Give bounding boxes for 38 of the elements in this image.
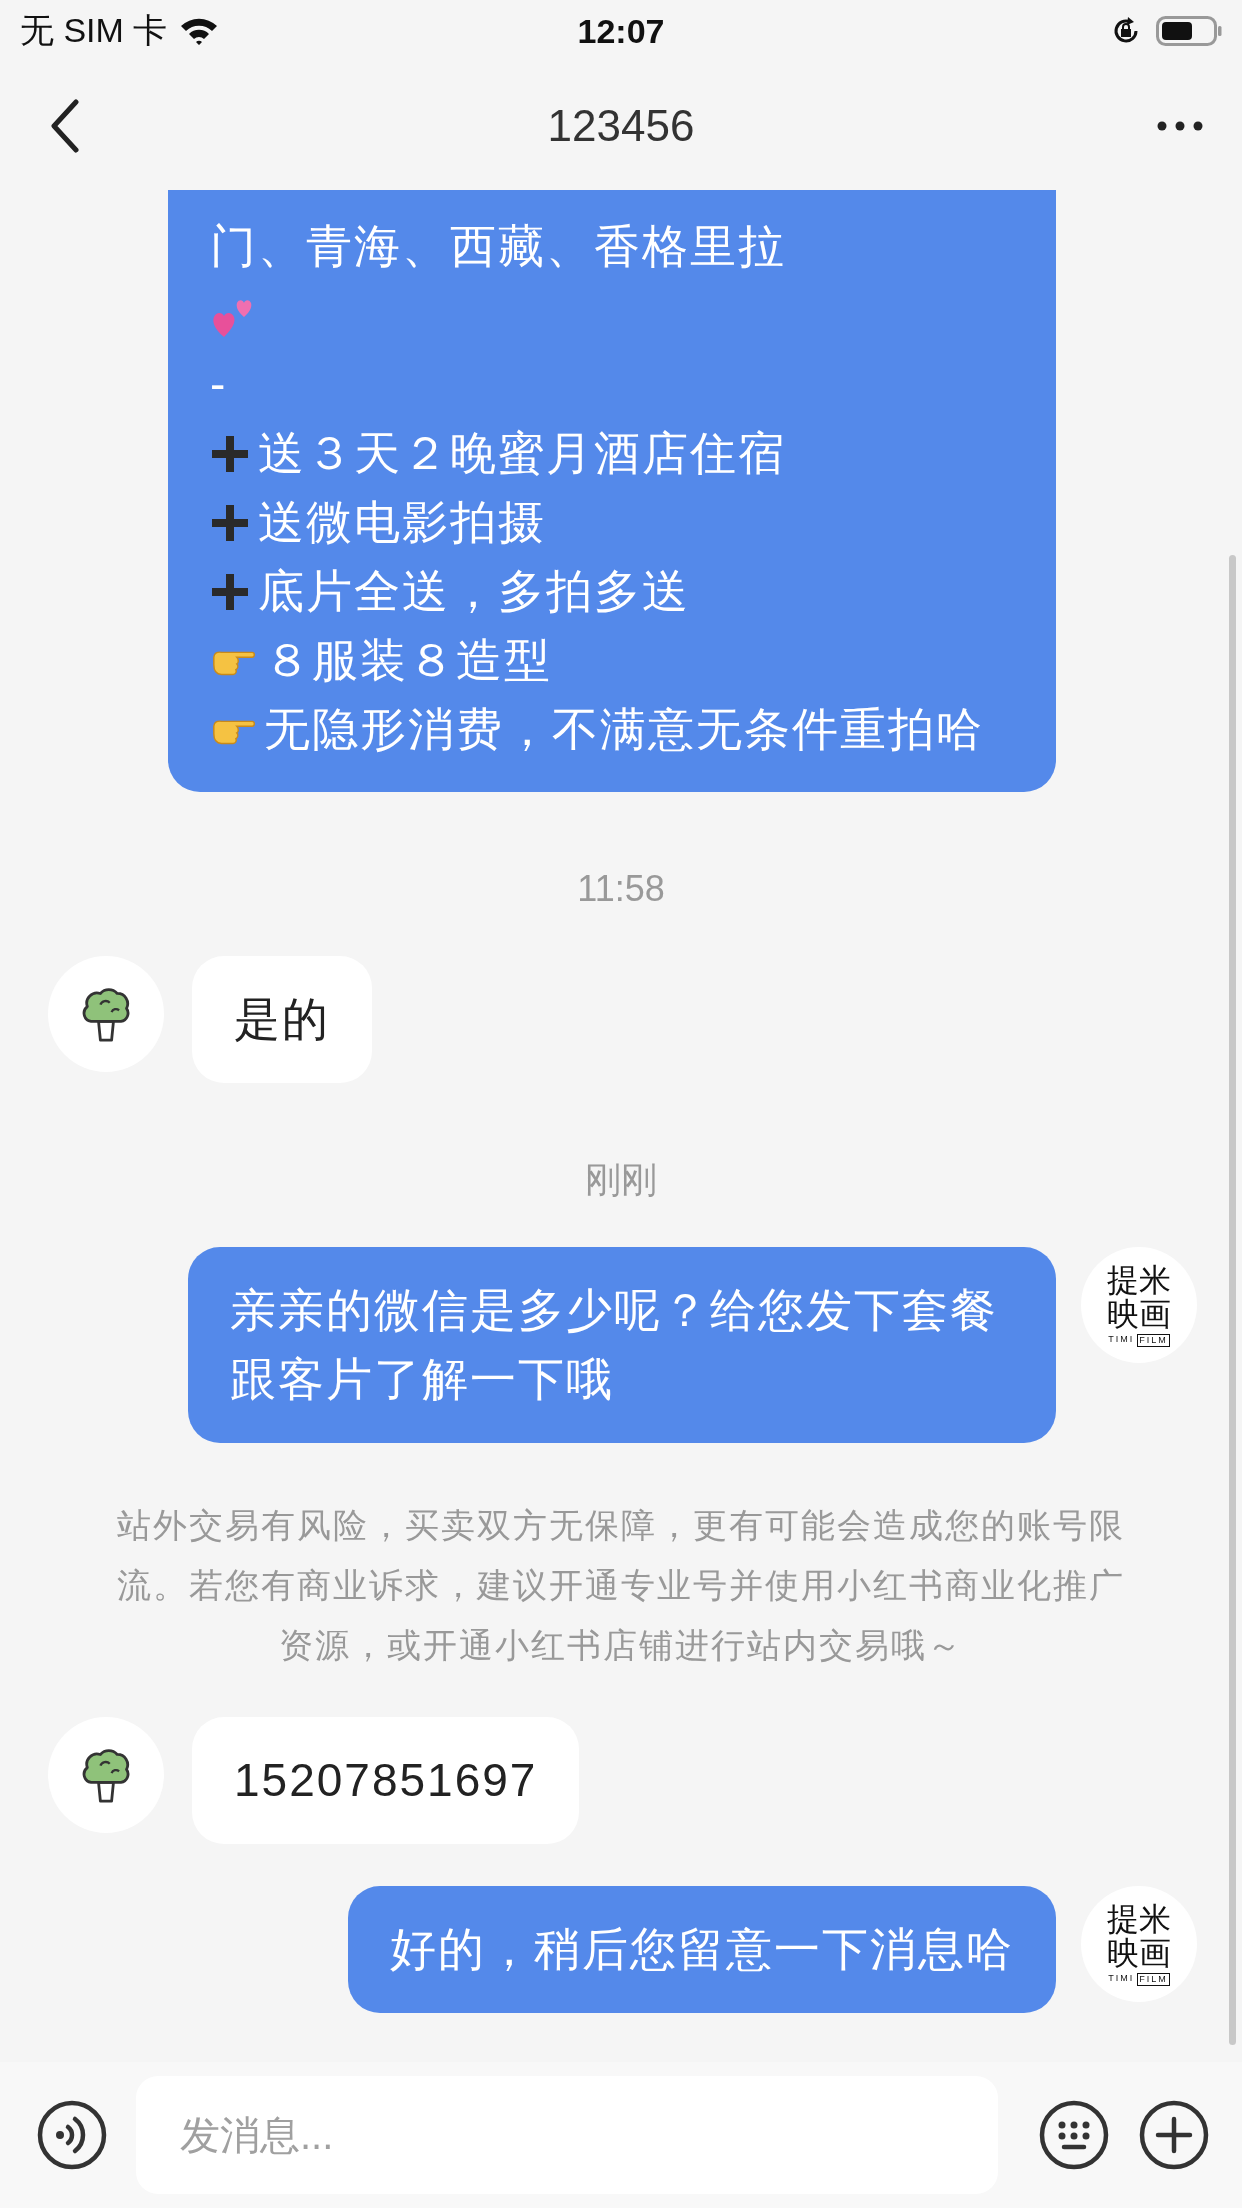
message-bubble: 15207851697 bbox=[192, 1717, 580, 1844]
logo-text: 映画 bbox=[1107, 1936, 1171, 1970]
emoji-icon[interactable] bbox=[1038, 2099, 1110, 2171]
plus-icon bbox=[210, 433, 250, 474]
message-line: 无隐形消费，不满意无条件重拍哈 bbox=[264, 702, 984, 757]
chat-title: 123456 bbox=[547, 101, 695, 151]
plus-icon bbox=[210, 502, 250, 543]
voice-icon[interactable] bbox=[36, 2099, 108, 2171]
message-timestamp: 11:58 bbox=[577, 867, 665, 911]
message-line: - bbox=[210, 357, 228, 412]
back-icon[interactable] bbox=[50, 99, 80, 153]
logo-tag: FILM bbox=[1137, 1973, 1170, 1986]
logo-tag: FILM bbox=[1137, 1334, 1170, 1347]
battery-icon bbox=[1156, 15, 1222, 47]
message-timestamp: 刚刚 bbox=[585, 1158, 657, 1202]
logo-tag: TIMI bbox=[1108, 1973, 1135, 1986]
more-icon[interactable] bbox=[1156, 120, 1204, 132]
message-line: 送微电影拍摄 bbox=[258, 495, 546, 550]
wifi-icon bbox=[179, 16, 220, 46]
message-line: 底片全送，多拍多送 bbox=[258, 564, 690, 619]
logo-text: 映画 bbox=[1107, 1297, 1171, 1331]
message-line: ８服装８造型 bbox=[264, 633, 552, 688]
logo-tag: TIMI bbox=[1108, 1334, 1135, 1347]
clock-time: 12:07 bbox=[577, 11, 665, 51]
message-input[interactable]: 发消息... bbox=[136, 2076, 998, 2194]
plus-icon bbox=[210, 571, 250, 612]
risk-notice: 站外交易有风险，买卖双方无保障，更有可能会造成您的账号限流。若您有商业诉求，建议开通专业号并使用小红书商业化推广资源，或开通小红书店铺进行站内交易哦～ bbox=[116, 1505, 1126, 1666]
message-bubble: 好的，稍后您留意一下消息哈 bbox=[348, 1886, 1056, 2013]
logo-text: 提米 bbox=[1107, 1263, 1171, 1297]
message-bubble: 亲亲的微信是多少呢？给您发下套餐跟客片了解一下哦 bbox=[188, 1247, 1056, 1443]
message-line: 门、青海、西藏、香格里拉 bbox=[210, 219, 786, 274]
message-line: 送３天２晚蜜月酒店住宿 bbox=[258, 426, 786, 481]
add-icon[interactable] bbox=[1138, 2099, 1210, 2171]
avatar[interactable]: 提米 映画 TIMI FILM bbox=[1081, 1247, 1197, 1363]
carrier-label: 无 SIM 卡 bbox=[20, 10, 168, 51]
message-bubble: 是的 bbox=[192, 956, 372, 1083]
avatar[interactable]: 提米 映画 TIMI FILM bbox=[1081, 1886, 1197, 2002]
logo-text: 提米 bbox=[1107, 1902, 1171, 1936]
